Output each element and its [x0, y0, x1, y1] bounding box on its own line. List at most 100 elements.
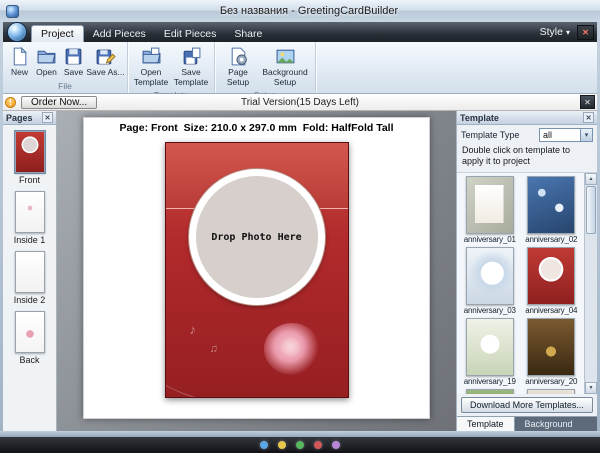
ribbon-tab-strip: Project Add Pieces Edit Pieces Share Sty… [3, 22, 597, 42]
template-thumbnail[interactable] [527, 318, 575, 376]
template-type-value: all [543, 130, 552, 140]
template-item[interactable]: anniversary_03 [459, 247, 521, 315]
template-type-label: Template Type [461, 130, 519, 140]
open-button[interactable]: Open [33, 44, 60, 80]
template-item[interactable]: anniversary_02 [521, 176, 583, 244]
save-as-button[interactable]: Save As... [87, 44, 124, 80]
template-thumbnail[interactable] [527, 176, 575, 234]
tab-add-pieces-label: Add Pieces [93, 28, 146, 40]
ribbon-group-file-buttons: New Open Save Save As... [3, 42, 127, 81]
music-note-icon [210, 343, 218, 355]
template-item[interactable] [459, 389, 521, 395]
style-menu[interactable]: Style [535, 22, 575, 42]
new-document-icon [9, 46, 30, 67]
scrollbar-thumb[interactable] [586, 186, 596, 234]
page-info-text: Page: Front Size: 210.0 x 297.0 mm Fold:… [84, 122, 429, 134]
template-name: anniversary_20 [525, 377, 577, 386]
background-setup-button[interactable]: Background Setup [258, 44, 312, 90]
save-floppy-icon [63, 46, 84, 67]
save-template-button-label: Save Template [173, 68, 209, 88]
template-item[interactable] [521, 389, 583, 395]
template-item[interactable]: anniversary_04 [521, 247, 583, 315]
application-menu-button[interactable] [7, 22, 27, 42]
template-thumbnail[interactable] [527, 389, 575, 395]
pages-panel-close-icon[interactable] [42, 112, 53, 123]
pages-panel: Pages Front Inside 1 Inside 2 Back [3, 111, 57, 431]
open-template-icon [141, 46, 162, 67]
tab-edit-pieces-label: Edit Pieces [164, 28, 217, 40]
tab-share-label: Share [234, 28, 262, 40]
save-button-label: Save [64, 68, 83, 78]
template-panel-header: Template [457, 111, 597, 125]
template-thumbnail[interactable] [466, 389, 514, 395]
template-item[interactable]: anniversary_19 [459, 318, 521, 386]
taskbar-app-icon[interactable] [278, 441, 286, 449]
order-now-button[interactable]: Order Now... [21, 96, 97, 109]
page-setup-button[interactable]: Page Setup [218, 44, 258, 90]
template-thumbnail[interactable] [527, 247, 575, 305]
template-panel-title: Template [460, 113, 499, 123]
close-button[interactable] [577, 25, 594, 40]
template-thumbnail[interactable] [466, 176, 514, 234]
taskbar-app-icon[interactable] [260, 441, 268, 449]
card-preview[interactable]: Drop Photo Here [165, 142, 349, 398]
design-canvas: Page: Front Size: 210.0 x 297.0 mm Fold:… [57, 111, 456, 431]
taskbar [0, 437, 600, 453]
warning-icon [5, 97, 16, 108]
template-grid: anniversary_01 anniversary_02 anniversar… [457, 172, 597, 395]
page-label-back: Back [19, 355, 39, 365]
template-scrollbar[interactable] [584, 173, 597, 395]
background-setup-button-label: Background Setup [260, 68, 310, 88]
taskbar-app-icon[interactable] [296, 441, 304, 449]
tab-template[interactable]: Template [457, 417, 515, 431]
page-thumbnail-back[interactable] [15, 311, 45, 353]
template-thumbnail[interactable] [466, 247, 514, 305]
tab-background[interactable]: Background [515, 417, 583, 431]
dismiss-trial-bar-button[interactable] [580, 95, 595, 109]
window-title: Без названия - GreetingCardBuilder [24, 5, 594, 17]
save-template-button[interactable]: Save Template [171, 44, 211, 90]
drop-photo-text: Drop Photo Here [211, 232, 301, 243]
template-panel: Template Template Type all Double click … [456, 111, 597, 431]
photo-drop-zone[interactable]: Drop Photo Here [189, 169, 325, 305]
new-button[interactable]: New [6, 44, 33, 80]
page-setup-button-label: Page Setup [220, 68, 256, 88]
ribbon-group-setup: Page Setup Background Setup Setup [215, 42, 316, 93]
page-item-front[interactable]: Front [3, 131, 56, 185]
page-item-inside1[interactable]: Inside 1 [3, 191, 56, 245]
page-thumbnail-inside1[interactable] [15, 191, 45, 233]
template-item[interactable]: anniversary_01 [459, 176, 521, 244]
page-item-back[interactable]: Back [3, 311, 56, 365]
combo-dropdown-icon[interactable] [580, 129, 592, 141]
open-template-button[interactable]: Open Template [131, 44, 171, 90]
template-thumbnail[interactable] [466, 318, 514, 376]
open-template-button-label: Open Template [133, 68, 169, 88]
template-item[interactable]: anniversary_20 [521, 318, 583, 386]
taskbar-app-icon[interactable] [332, 441, 340, 449]
ribbon-group-file: New Open Save Save As... File [3, 42, 128, 93]
page-thumbnail-inside2[interactable] [15, 251, 45, 293]
scroll-up-icon[interactable] [585, 173, 597, 185]
music-note-icon [190, 322, 197, 337]
page-sheet: Page: Front Size: 210.0 x 297.0 mm Fold:… [83, 117, 430, 419]
template-type-select[interactable]: all [539, 128, 593, 142]
template-panel-close-icon[interactable] [583, 112, 594, 123]
tab-add-pieces[interactable]: Add Pieces [84, 25, 155, 42]
tab-project[interactable]: Project [31, 25, 84, 42]
save-button[interactable]: Save [60, 44, 87, 80]
template-name: anniversary_19 [464, 377, 516, 386]
page-item-inside2[interactable]: Inside 2 [3, 251, 56, 305]
taskbar-app-icon[interactable] [314, 441, 322, 449]
title-bar[interactable]: Без названия - GreetingCardBuilder [0, 0, 600, 22]
tab-edit-pieces[interactable]: Edit Pieces [155, 25, 226, 42]
pages-panel-title: Pages [6, 113, 33, 123]
panel-bottom-tabs: Template Background [457, 416, 597, 431]
scroll-down-icon[interactable] [585, 382, 597, 394]
ribbon-group-template: Open Template Save Template Template [128, 42, 215, 93]
main-area: Pages Front Inside 1 Inside 2 Back [3, 111, 597, 431]
page-thumbnail-front[interactable] [15, 131, 45, 173]
tab-share[interactable]: Share [225, 25, 271, 42]
page-label-front: Front [19, 175, 40, 185]
template-instruction-text: Double click on template to apply it to … [457, 144, 597, 172]
download-more-templates-button[interactable]: Download More Templates... [461, 397, 593, 413]
